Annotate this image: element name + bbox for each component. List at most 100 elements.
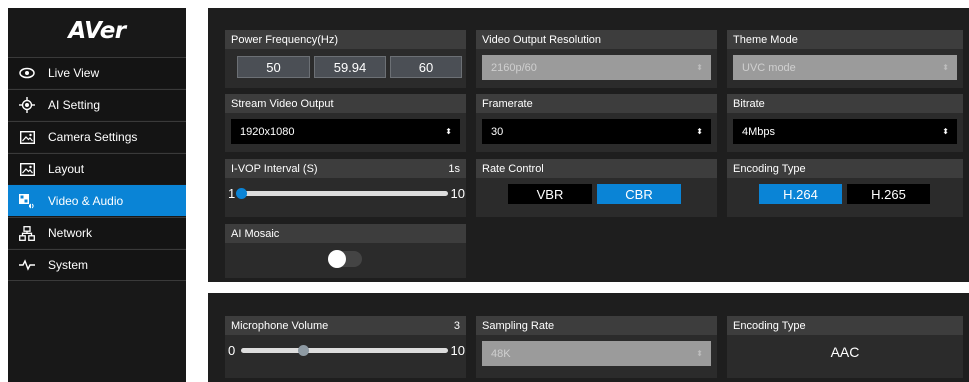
rate-control-panel: Rate Control VBR CBR (476, 159, 717, 217)
slider-thumb[interactable] (298, 345, 310, 356)
sidebar-item-camera-settings[interactable]: Camera Settings (8, 121, 186, 152)
chevron-updown-icon: ⬍ (696, 127, 703, 136)
ivop-slider[interactable]: 1 10 (225, 185, 466, 203)
toggle-knob (328, 250, 346, 268)
theme-mode-panel: Theme Mode UVC mode ⬍ (727, 30, 963, 88)
panel-title: Video Output Resolution (482, 33, 602, 46)
sidebar-item-ai-setting[interactable]: AI Setting (8, 89, 186, 120)
slider-track[interactable] (236, 188, 448, 199)
power-frequency-panel: Power Frequency(Hz) 50 59.94 60 (225, 30, 466, 88)
select-value: 1920x1080 (240, 125, 295, 138)
panel-title: Encoding Type (733, 162, 806, 175)
panel-header: Framerate (476, 94, 717, 113)
bitrate-panel: Bitrate 4Mbps ⬍ (727, 94, 963, 152)
sidebar-item-label: Camera Settings (48, 130, 138, 144)
select-value: 2160p/60 (491, 61, 537, 74)
panel-title: AI Mosaic (231, 227, 280, 240)
sidebar-item-layout[interactable]: Layout (8, 153, 186, 184)
panel-header: Stream Video Output (225, 94, 466, 113)
sidebar-item-label: Video & Audio (48, 194, 124, 208)
output-resolution-panel: Video Output Resolution 2160p/60 ⬍ (476, 30, 717, 88)
eye-icon (19, 66, 35, 80)
slider-max-label: 10 (450, 343, 465, 358)
panel-title: Power Frequency(Hz) (231, 33, 338, 46)
vbr-button[interactable]: VBR (508, 184, 592, 204)
sidebar-item-system[interactable]: System (8, 249, 186, 280)
chevron-updown-icon: ⬍ (942, 127, 949, 136)
framerate-select[interactable]: 30 ⬍ (482, 119, 711, 144)
cbr-button[interactable]: CBR (597, 184, 681, 204)
panel-title: Theme Mode (733, 33, 798, 46)
h265-button[interactable]: H.265 (847, 184, 930, 204)
target-icon (19, 97, 35, 113)
framerate-panel: Framerate 30 ⬍ (476, 94, 717, 152)
slider-min-label: 1 (228, 186, 236, 201)
slider-thumb[interactable] (236, 188, 247, 199)
panel-header: Encoding Type (727, 316, 963, 335)
sidebar-item-label: Layout (48, 162, 85, 176)
slider-max-label: 10 (450, 186, 465, 201)
sidebar-item-video-audio[interactable]: Video & Audio (8, 185, 186, 216)
panel-header: I-VOP Interval (S) 1s (225, 159, 466, 178)
sidebar-item-network[interactable]: Network (8, 217, 186, 248)
image-icon (19, 130, 35, 144)
aver-logo: AVer (68, 18, 126, 44)
network-icon (19, 225, 35, 241)
panel-title: Framerate (482, 97, 533, 110)
video-audio-icon (19, 194, 35, 209)
output-resolution-select: 2160p/60 ⬍ (482, 55, 711, 80)
panel-header: Power Frequency(Hz) (225, 30, 466, 49)
pulse-icon (19, 258, 35, 272)
sidebar-item-label: AI Setting (48, 98, 101, 112)
sidebar: AVer Live View AI Setting Camera Setting… (8, 8, 186, 382)
audio-settings-area: Microphone Volume 3 0 10 Sampling Rate 4… (208, 293, 969, 382)
panel-header: Microphone Volume 3 (225, 316, 466, 335)
panel-title: Microphone Volume (231, 319, 329, 332)
stream-output-panel: Stream Video Output 1920x1080 ⬍ (225, 94, 466, 152)
audio-encoding-value: AAC (830, 344, 860, 360)
ivop-current-value: 1s (448, 162, 460, 175)
panel-title: Bitrate (733, 97, 765, 110)
panel-title: Stream Video Output (231, 97, 334, 110)
sampling-rate-panel: Sampling Rate 48K ⬍ (476, 316, 717, 378)
audio-encoding-panel: Encoding Type AAC (727, 316, 963, 378)
select-value: UVC mode (742, 61, 796, 74)
panel-header: Video Output Resolution (476, 30, 717, 49)
stream-output-select[interactable]: 1920x1080 ⬍ (231, 119, 460, 144)
ivop-panel: I-VOP Interval (S) 1s 1 10 (225, 159, 466, 217)
select-value: 30 (491, 125, 504, 138)
panel-title: Sampling Rate (482, 319, 555, 332)
sidebar-item-label: System (48, 258, 89, 272)
panel-header: Bitrate (727, 94, 963, 113)
chevron-updown-icon: ⬍ (445, 127, 452, 136)
panel-header: Theme Mode (727, 30, 963, 49)
slider-min-label: 0 (228, 343, 236, 358)
theme-mode-select: UVC mode ⬍ (733, 55, 957, 80)
chevron-updown-icon: ⬍ (696, 349, 703, 358)
layout-icon (19, 162, 35, 176)
ai-mosaic-toggle[interactable] (328, 250, 362, 268)
mic-volume-current: 3 (453, 319, 460, 332)
panel-title: Encoding Type (733, 319, 806, 332)
freq-60-button[interactable]: 60 (390, 56, 462, 78)
select-value: 4Mbps (742, 125, 776, 138)
freq-59-94-button[interactable]: 59.94 (314, 56, 386, 78)
panel-header: Rate Control (476, 159, 717, 178)
freq-50-button[interactable]: 50 (237, 56, 310, 78)
h264-button[interactable]: H.264 (759, 184, 842, 204)
sidebar-item-label: Network (48, 226, 93, 240)
sidebar-item-live-view[interactable]: Live View (8, 57, 186, 88)
panel-header: Sampling Rate (476, 316, 717, 335)
sidebar-divider (8, 280, 186, 281)
mic-volume-slider[interactable]: 0 10 (225, 342, 466, 360)
panel-title: I-VOP Interval (S) (231, 162, 318, 175)
panel-header: AI Mosaic (225, 224, 466, 243)
encoding-type-panel: Encoding Type H.264 H.265 (727, 159, 963, 217)
mic-volume-panel: Microphone Volume 3 0 10 (225, 316, 466, 378)
chevron-updown-icon: ⬍ (942, 63, 949, 72)
bitrate-select[interactable]: 4Mbps ⬍ (733, 119, 957, 144)
ai-mosaic-panel: AI Mosaic (225, 224, 466, 278)
slider-track[interactable] (241, 345, 448, 356)
panel-title: Rate Control (482, 162, 544, 175)
panel-header: Encoding Type (727, 159, 963, 178)
